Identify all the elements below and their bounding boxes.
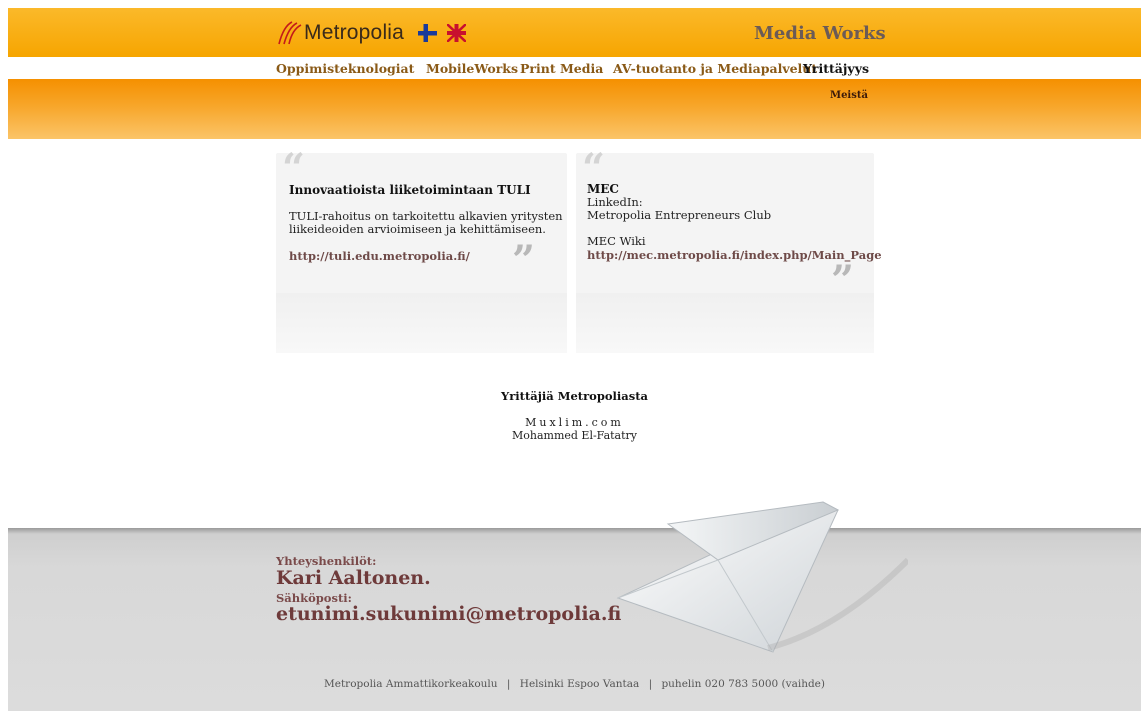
metropolia-logo[interactable]: Metropolia (276, 18, 467, 48)
mec-title: MEC (587, 182, 619, 196)
contact-name: Kari Aaltonen. (276, 567, 431, 589)
footer-separator: | (648, 678, 653, 690)
mec-club-name: Metropolia Entrepreneurs Club (587, 208, 772, 222)
page: Metropolia Media Works Oppimisteknologia… (8, 8, 1141, 711)
nav-item-oppimisteknologiat[interactable]: Oppimisteknologiat (276, 61, 414, 76)
entrepreneur-muxlim[interactable]: Muxlim.com (8, 416, 1141, 429)
tuli-text-line2: liikeideoiden arvioimiseen ja kehittämis… (289, 222, 546, 236)
entrepreneur-name: Mohammed El-Fatatry (511, 429, 638, 442)
close-quote-icon: ” (512, 237, 536, 284)
footer-separator: | (506, 678, 511, 690)
nav-item-yrittajyys[interactable]: Yrittäjyys (803, 61, 869, 76)
mec-box: “ MEC LinkedIn: Metropolia Entrepreneurs… (576, 149, 882, 353)
footer-org: Metropolia Ammattikorkeakoulu (324, 678, 498, 690)
tuli-link[interactable]: http://tuli.edu.metropolia.fi/ (289, 249, 470, 263)
subnav-item-meista[interactable]: Meistä (830, 90, 868, 101)
contact-email[interactable]: etunimi.sukunimi@metropolia.fi (276, 603, 621, 625)
tuli-title: Innovaatioista liiketoimintaan TULI (289, 183, 531, 197)
logo-text: Metropolia (304, 21, 405, 44)
metropolia-logo-mark-icon (278, 21, 302, 45)
site-name[interactable]: Media Works (754, 23, 886, 44)
contacts-label: Yhteyshenkilöt: (276, 554, 377, 568)
mec-wiki-label: MEC Wiki (587, 234, 646, 248)
footer-phone: puhelin 020 783 5000 (vaihde) (661, 678, 825, 690)
envelope-icon (616, 501, 908, 653)
footer-cities: Helsinki Espoo Vantaa (519, 678, 640, 690)
nav-item-mobileworks[interactable]: MobileWorks (426, 61, 518, 76)
nav-item-av-tuotanto[interactable]: AV-tuotanto ja Mediapalvelut (613, 61, 817, 76)
uk-flag-icon[interactable] (447, 24, 467, 42)
close-quote-icon: ” (831, 257, 855, 304)
main-nav: Oppimisteknologiat MobileWorks Print Med… (8, 57, 1141, 79)
finnish-flag-icon[interactable] (418, 24, 438, 42)
tuli-box: “ Innovaatioista liiketoimintaan TULI TU… (276, 149, 567, 353)
footer-info: Metropolia Ammattikorkeakoulu | Helsinki… (8, 678, 1141, 690)
sub-nav: Meistä (8, 79, 1141, 139)
header-bar: Metropolia Media Works (8, 8, 1141, 57)
entrepreneurs-heading: Yrittäjiä Metropoliasta (501, 389, 648, 403)
nav-item-print-media[interactable]: Print Media (520, 61, 603, 76)
